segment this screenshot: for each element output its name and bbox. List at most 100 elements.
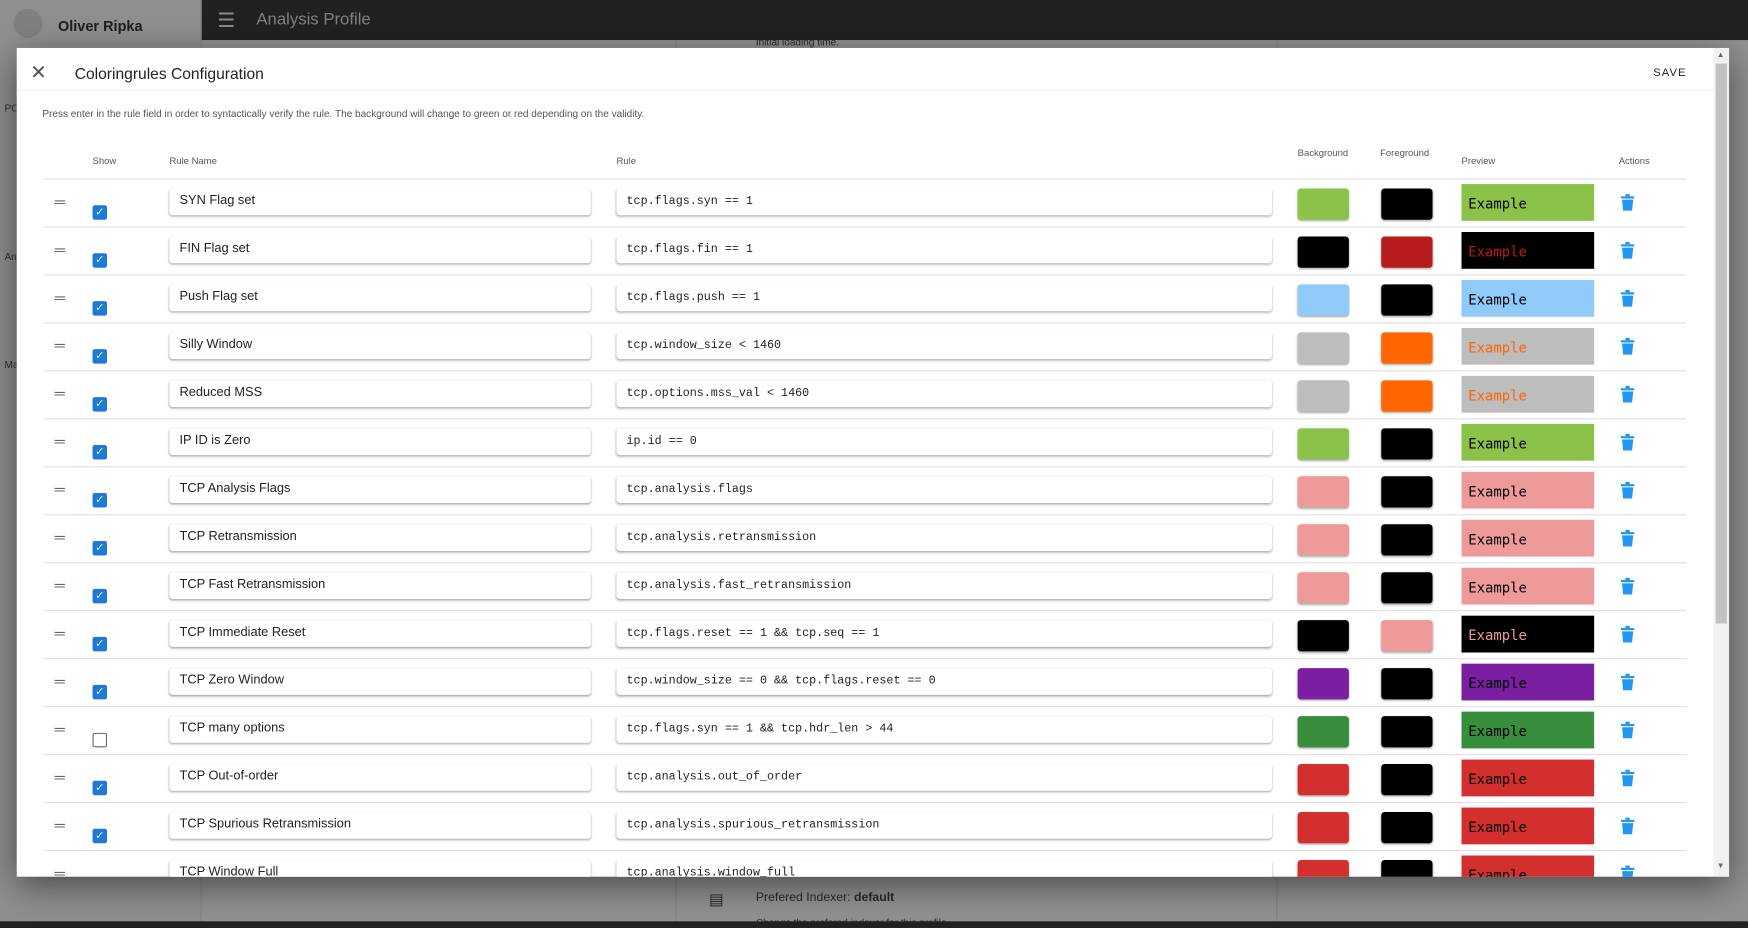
scroll-down-arrow-icon[interactable]: ▼ bbox=[1717, 862, 1725, 870]
rule-expression-input[interactable]: tcp.flags.reset == 1 && tcp.seq == 1 bbox=[616, 620, 1272, 647]
rule-name-input[interactable]: SYN Flag set bbox=[169, 188, 591, 216]
delete-icon[interactable] bbox=[1620, 529, 1635, 547]
foreground-color-swatch[interactable] bbox=[1381, 428, 1433, 460]
foreground-color-swatch[interactable] bbox=[1381, 812, 1433, 844]
background-color-swatch[interactable] bbox=[1297, 716, 1349, 748]
background-color-swatch[interactable] bbox=[1297, 668, 1349, 700]
foreground-color-swatch[interactable] bbox=[1381, 620, 1433, 652]
rule-name-input[interactable]: TCP Fast Retransmission bbox=[169, 572, 591, 599]
rule-name-input[interactable]: TCP many options bbox=[169, 716, 591, 743]
background-color-swatch[interactable] bbox=[1297, 188, 1349, 220]
rule-expression-input[interactable]: tcp.analysis.out_of_order bbox=[616, 764, 1272, 791]
rule-expression-input[interactable]: tcp.analysis.flags bbox=[616, 476, 1272, 504]
drag-handle-icon[interactable]: ═ bbox=[55, 482, 65, 497]
foreground-color-swatch[interactable] bbox=[1381, 716, 1433, 748]
foreground-color-swatch[interactable] bbox=[1381, 668, 1433, 700]
show-checkbox[interactable]: ✓ bbox=[92, 301, 108, 316]
show-checkbox[interactable]: ✓ bbox=[92, 349, 108, 364]
show-checkbox[interactable]: ✓ bbox=[92, 493, 108, 508]
scroll-up-arrow-icon[interactable]: ▲ bbox=[1717, 51, 1725, 59]
show-checkbox[interactable]: ✓ bbox=[92, 205, 108, 220]
rule-name-input[interactable]: TCP Spurious Retransmission bbox=[169, 812, 591, 839]
drag-handle-icon[interactable]: ═ bbox=[55, 290, 65, 305]
rule-name-input[interactable]: FIN Flag set bbox=[169, 236, 591, 264]
drag-handle-icon[interactable]: ═ bbox=[55, 434, 65, 449]
rule-expression-input[interactable]: tcp.flags.fin == 1 bbox=[616, 236, 1272, 264]
foreground-color-swatch[interactable] bbox=[1381, 236, 1433, 268]
rule-expression-input[interactable]: tcp.analysis.window_full bbox=[616, 859, 1272, 877]
drag-handle-icon[interactable]: ═ bbox=[55, 722, 65, 737]
drag-handle-icon[interactable]: ═ bbox=[55, 674, 65, 689]
save-button[interactable]: SAVE bbox=[1653, 67, 1686, 79]
foreground-color-swatch[interactable] bbox=[1381, 284, 1433, 316]
delete-icon[interactable] bbox=[1620, 721, 1635, 739]
background-color-swatch[interactable] bbox=[1297, 380, 1349, 412]
drag-handle-icon[interactable]: ═ bbox=[55, 818, 65, 833]
rule-expression-input[interactable]: tcp.analysis.retransmission bbox=[616, 524, 1272, 552]
delete-icon[interactable] bbox=[1620, 194, 1635, 211]
delete-icon[interactable] bbox=[1620, 769, 1635, 787]
background-color-swatch[interactable] bbox=[1297, 476, 1349, 508]
foreground-color-swatch[interactable] bbox=[1381, 476, 1433, 508]
rule-expression-input[interactable]: tcp.window_size < 1460 bbox=[616, 332, 1272, 360]
rule-name-input[interactable]: Push Flag set bbox=[169, 284, 591, 312]
background-color-swatch[interactable] bbox=[1297, 620, 1349, 652]
show-checkbox[interactable]: ✓ bbox=[92, 588, 108, 604]
background-color-swatch[interactable] bbox=[1297, 332, 1349, 364]
rule-name-input[interactable]: TCP Analysis Flags bbox=[169, 476, 591, 504]
show-checkbox[interactable]: ✓ bbox=[92, 636, 108, 652]
background-color-swatch[interactable] bbox=[1297, 236, 1349, 268]
rule-expression-input[interactable]: tcp.flags.syn == 1 && tcp.hdr_len > 44 bbox=[616, 716, 1272, 743]
drag-handle-icon[interactable]: ═ bbox=[55, 530, 65, 545]
foreground-color-swatch[interactable] bbox=[1381, 524, 1433, 556]
show-checkbox[interactable] bbox=[92, 732, 108, 748]
show-checkbox[interactable]: ✓ bbox=[92, 253, 108, 268]
foreground-color-swatch[interactable] bbox=[1381, 764, 1433, 796]
rule-name-input[interactable]: IP ID is Zero bbox=[169, 428, 591, 456]
close-icon[interactable]: ✕ bbox=[30, 61, 47, 84]
delete-icon[interactable] bbox=[1620, 385, 1635, 403]
background-color-swatch[interactable] bbox=[1297, 284, 1349, 316]
delete-icon[interactable] bbox=[1620, 817, 1635, 835]
rule-name-input[interactable]: TCP Out-of-order bbox=[169, 764, 591, 791]
delete-icon[interactable] bbox=[1620, 673, 1635, 691]
foreground-color-swatch[interactable] bbox=[1381, 572, 1433, 604]
foreground-color-swatch[interactable] bbox=[1381, 188, 1433, 220]
drag-handle-icon[interactable]: ═ bbox=[55, 194, 65, 209]
delete-icon[interactable] bbox=[1620, 290, 1635, 307]
rule-expression-input[interactable]: tcp.window_size == 0 && tcp.flags.reset … bbox=[616, 668, 1272, 695]
rule-name-input[interactable]: TCP Immediate Reset bbox=[169, 620, 591, 647]
background-color-swatch[interactable] bbox=[1297, 812, 1349, 844]
background-color-swatch[interactable] bbox=[1297, 428, 1349, 460]
scrollbar-thumb[interactable] bbox=[1715, 63, 1727, 624]
foreground-color-swatch[interactable] bbox=[1381, 859, 1433, 877]
drag-handle-icon[interactable]: ═ bbox=[55, 338, 65, 353]
rule-expression-input[interactable]: tcp.flags.syn == 1 bbox=[616, 188, 1272, 216]
show-checkbox[interactable]: ✓ bbox=[92, 445, 108, 460]
delete-icon[interactable] bbox=[1620, 577, 1635, 595]
delete-icon[interactable] bbox=[1620, 242, 1635, 259]
rule-expression-input[interactable]: tcp.flags.push == 1 bbox=[616, 284, 1272, 312]
rule-name-input[interactable]: Reduced MSS bbox=[169, 380, 591, 408]
rule-name-input[interactable]: Silly Window bbox=[169, 332, 591, 360]
drag-handle-icon[interactable]: ═ bbox=[55, 626, 65, 641]
delete-icon[interactable] bbox=[1620, 337, 1635, 355]
delete-icon[interactable] bbox=[1620, 865, 1635, 877]
show-checkbox[interactable]: ✓ bbox=[92, 540, 108, 556]
foreground-color-swatch[interactable] bbox=[1381, 380, 1433, 412]
rule-expression-input[interactable]: tcp.analysis.spurious_retransmission bbox=[616, 812, 1272, 839]
rule-expression-input[interactable]: tcp.analysis.fast_retransmission bbox=[616, 572, 1272, 599]
rule-name-input[interactable]: TCP Zero Window bbox=[169, 668, 591, 695]
scrollbar[interactable]: ▲ ▼ bbox=[1713, 47, 1730, 877]
drag-handle-icon[interactable]: ═ bbox=[55, 578, 65, 593]
rule-name-input[interactable]: TCP Window Full bbox=[169, 859, 591, 877]
drag-handle-icon[interactable]: ═ bbox=[55, 770, 65, 785]
drag-handle-icon[interactable]: ═ bbox=[55, 866, 65, 877]
background-color-swatch[interactable] bbox=[1297, 524, 1349, 556]
rule-expression-input[interactable]: ip.id == 0 bbox=[616, 428, 1272, 456]
background-color-swatch[interactable] bbox=[1297, 859, 1349, 877]
foreground-color-swatch[interactable] bbox=[1381, 332, 1433, 364]
drag-handle-icon[interactable]: ═ bbox=[55, 242, 65, 257]
background-color-swatch[interactable] bbox=[1297, 764, 1349, 796]
show-checkbox[interactable]: ✓ bbox=[92, 684, 108, 700]
